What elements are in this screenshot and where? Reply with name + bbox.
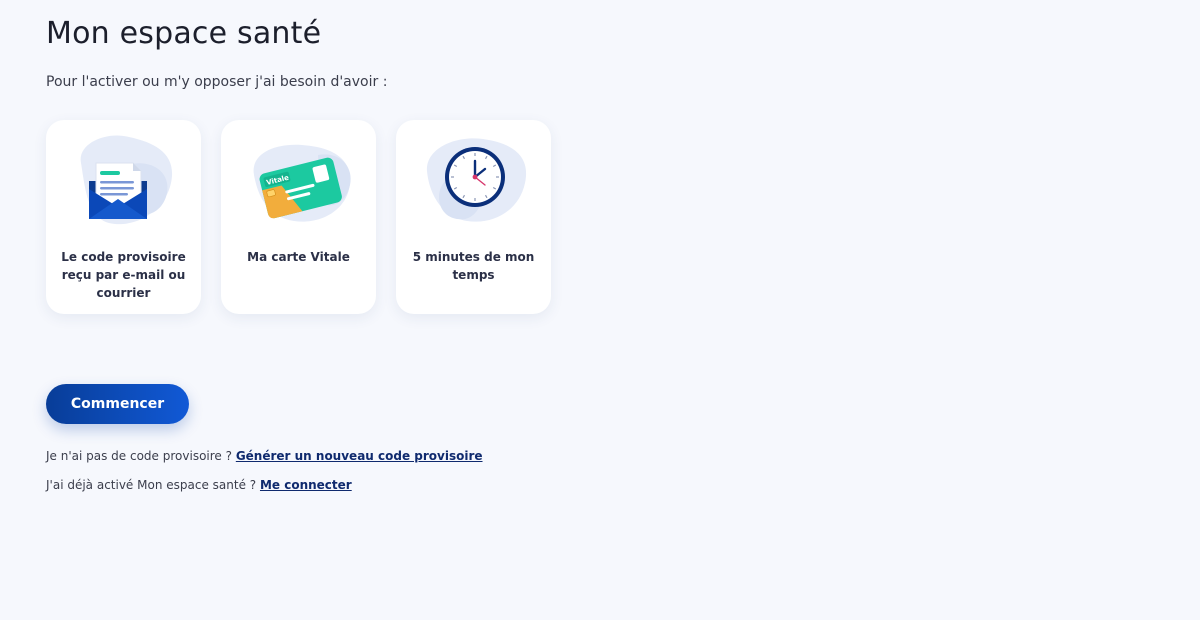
start-button[interactable]: Commencer: [46, 384, 189, 424]
clock-icon: [396, 120, 551, 240]
card-code-provisoire: Le code provisoire reçu par e-mail ou co…: [46, 120, 201, 314]
requirements-cards: Le code provisoire reçu par e-mail ou co…: [46, 120, 551, 314]
generate-code-link[interactable]: Générer un nouveau code provisoire: [236, 449, 483, 463]
card-label-temps: 5 minutes de mon temps: [412, 250, 535, 282]
no-code-line: Je n'ai pas de code provisoire ? Générer…: [46, 449, 483, 463]
already-activated-line: J'ai déjà activé Mon espace santé ? Me c…: [46, 478, 352, 492]
already-activated-text: J'ai déjà activé Mon espace santé ?: [46, 478, 257, 492]
card-label-code: Le code provisoire reçu par e-mail ou co…: [61, 250, 186, 300]
login-link[interactable]: Me connecter: [260, 478, 352, 492]
card-carte-vitale: Vitale Ma carte Vitale: [221, 120, 376, 314]
card-label-vitale: Ma carte Vitale: [247, 250, 350, 264]
intro-text: Pour l'activer ou m'y opposer j'ai besoi…: [46, 74, 388, 90]
envelope-document-icon: [46, 120, 201, 240]
card-temps: 5 minutes de mon temps: [396, 120, 551, 314]
page: Mon espace santé Pour l'activer ou m'y o…: [0, 0, 1200, 620]
no-code-text: Je n'ai pas de code provisoire ?: [46, 449, 232, 463]
page-title: Mon espace santé: [46, 16, 322, 51]
vitale-card-icon: Vitale: [221, 120, 376, 240]
